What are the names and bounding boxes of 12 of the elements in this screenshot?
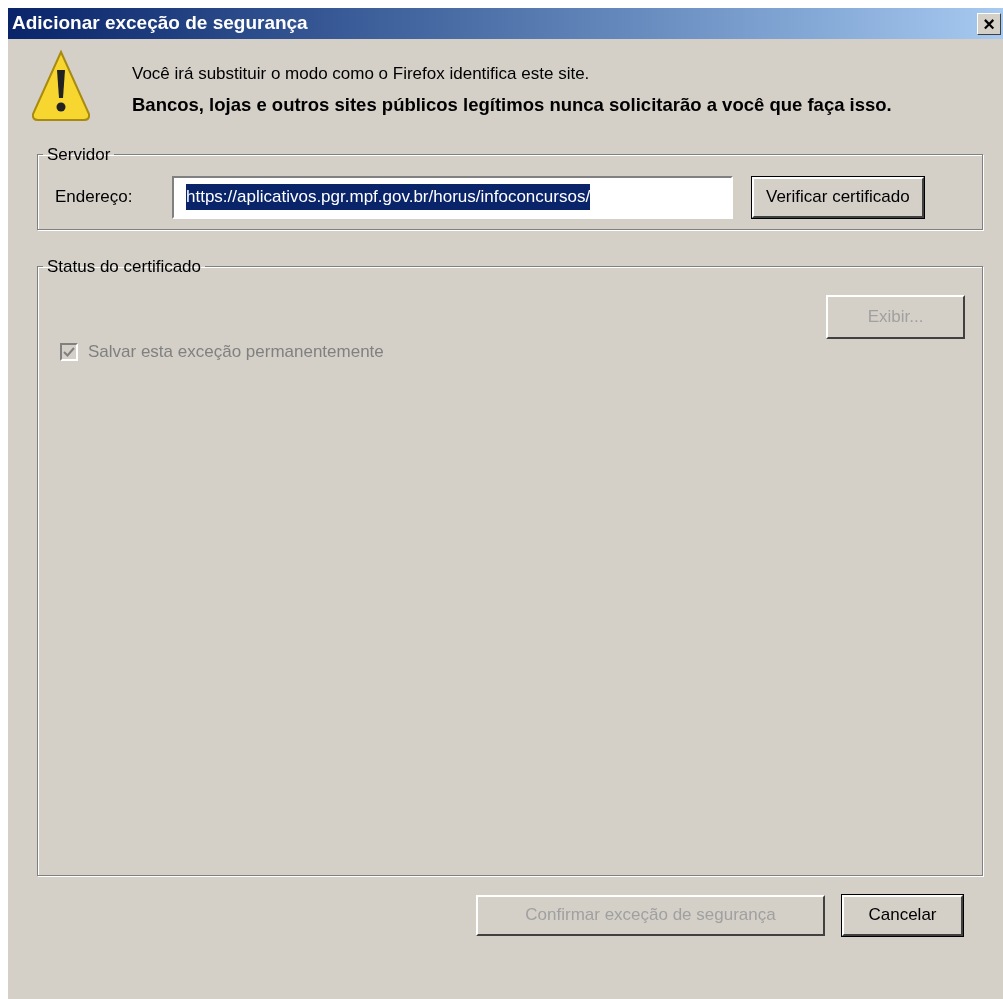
address-field[interactable]: https://aplicativos.pgr.mpf.gov.br/horus/infoconcursos/ xyxy=(172,175,733,219)
group-title: Servidor xyxy=(46,144,112,166)
group-title: Status do certificado xyxy=(46,255,203,278)
warning-icon xyxy=(30,48,92,124)
warning-emphasis: Bancos, lojas e outros sites públicos legítimos nunca solicitarão a você que faça isso. xyxy=(132,92,893,117)
window-title: Adicionar exceção de segurança xyxy=(12,11,308,36)
save-checkbox-label: Salvar esta exceção permanentemente xyxy=(88,341,384,363)
close-button[interactable]: × xyxy=(977,12,1001,35)
cancel-button[interactable]: Cancelar xyxy=(842,894,963,936)
warning-text: Você irá substituir o modo como o Firefox identifica este site. xyxy=(132,63,591,85)
verify-certificate-button[interactable]: Verificar certificado xyxy=(752,176,924,218)
address-label: Endereço: xyxy=(55,186,134,209)
